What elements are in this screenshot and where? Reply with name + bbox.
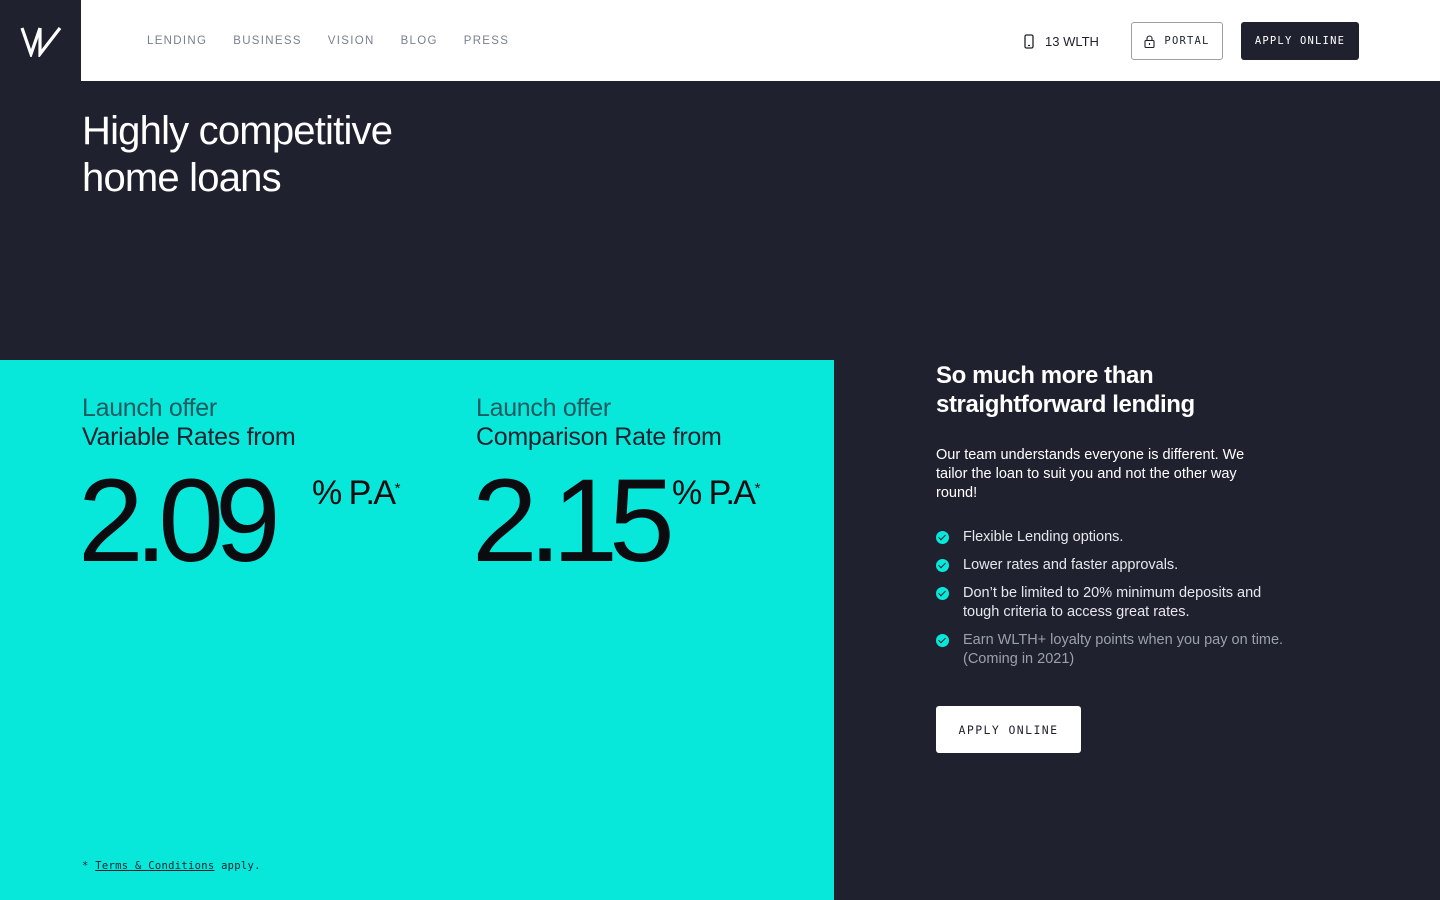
comparison-rate-block: Launch offer Comparison Rate from 2.15 %… [472,394,761,580]
nav-vision[interactable]: VISION [328,35,375,47]
feature-list: Flexible Lending options. Lower rates an… [936,528,1296,669]
apply-online-button[interactable]: APPLY ONLINE [936,706,1081,753]
nav-blog[interactable]: BLOG [401,35,438,47]
phone-label: 13 WLTH [1045,33,1099,49]
nav-business[interactable]: BUSINESS [233,35,302,47]
rate-asterisk: * [394,480,401,497]
main-nav: LENDING BUSINESS VISION BLOG PRESS [147,0,509,81]
nav-press[interactable]: PRESS [464,35,510,47]
rate-type-label: Comparison Rate from [476,423,722,451]
rates-panel: Launch offer Variable Rates from 2.09 % … [0,360,834,900]
feature-item: Flexible Lending options. [936,528,1296,547]
logo[interactable] [0,0,81,81]
lock-icon [1144,34,1155,48]
site-header: LENDING BUSINESS VISION BLOG PRESS 13 WL… [0,0,1440,81]
portal-label: PORTAL [1164,35,1210,47]
check-icon [936,559,949,572]
nav-lending[interactable]: LENDING [147,35,207,47]
feature-item: Lower rates and faster approvals. [936,556,1296,575]
feature-item: Don’t be limited to 20% minimum deposits… [936,584,1296,622]
check-icon [936,634,949,647]
check-icon [936,587,949,600]
rate-unit: % P.A* [672,474,761,512]
rate-offer-label: Launch offer [476,394,611,422]
rate-figure: 2.09 % P.A* [78,462,401,580]
apply-online-header-button[interactable]: APPLY ONLINE [1241,22,1359,60]
phone-link[interactable]: 13 WLTH [1024,31,1099,51]
rate-asterisk: * [754,480,761,497]
feature-text: Don’t be limited to 20% minimum deposits… [963,585,1262,620]
feature-text: Flexible Lending options. [963,529,1124,545]
wealth-w-logo-icon [19,26,61,57]
hero-title-line-1: Highly competitive [82,109,393,153]
feature-text: Lower rates and faster approvals. [963,557,1179,573]
rate-figure: 2.15 % P.A* [472,462,761,580]
feature-text: Earn WLTH+ loyalty points when you pay o… [963,632,1284,667]
variable-rate-block: Launch offer Variable Rates from 2.09 % … [78,394,401,580]
check-icon [936,531,949,544]
rate-type-label: Variable Rates from [82,423,296,451]
info-description: Our team understands everyone is differe… [936,447,1245,501]
mobile-phone-icon [1024,33,1034,49]
terms-suffix: apply. [221,860,261,872]
comparison-rate-value: 2.15 [472,455,675,587]
terms-link[interactable]: Terms & Conditions [95,860,214,872]
feature-item: Earn WLTH+ loyalty points when you pay o… [936,631,1296,669]
rate-offer-label: Launch offer [82,394,217,422]
hero-title-line-2: home loans [82,156,282,200]
info-section: So much more than straightforward lendin… [936,360,1296,678]
info-title: So much more than straightforward lendin… [936,362,1195,418]
terms-note: * Terms & Conditions apply. [82,860,261,872]
rate-unit: % P.A* [312,474,401,512]
variable-rate-value: 2.09 [78,455,281,587]
hero-title: Highly competitive home loans [82,108,502,202]
terms-asterisk: * [82,860,89,872]
portal-button[interactable]: PORTAL [1131,22,1223,60]
